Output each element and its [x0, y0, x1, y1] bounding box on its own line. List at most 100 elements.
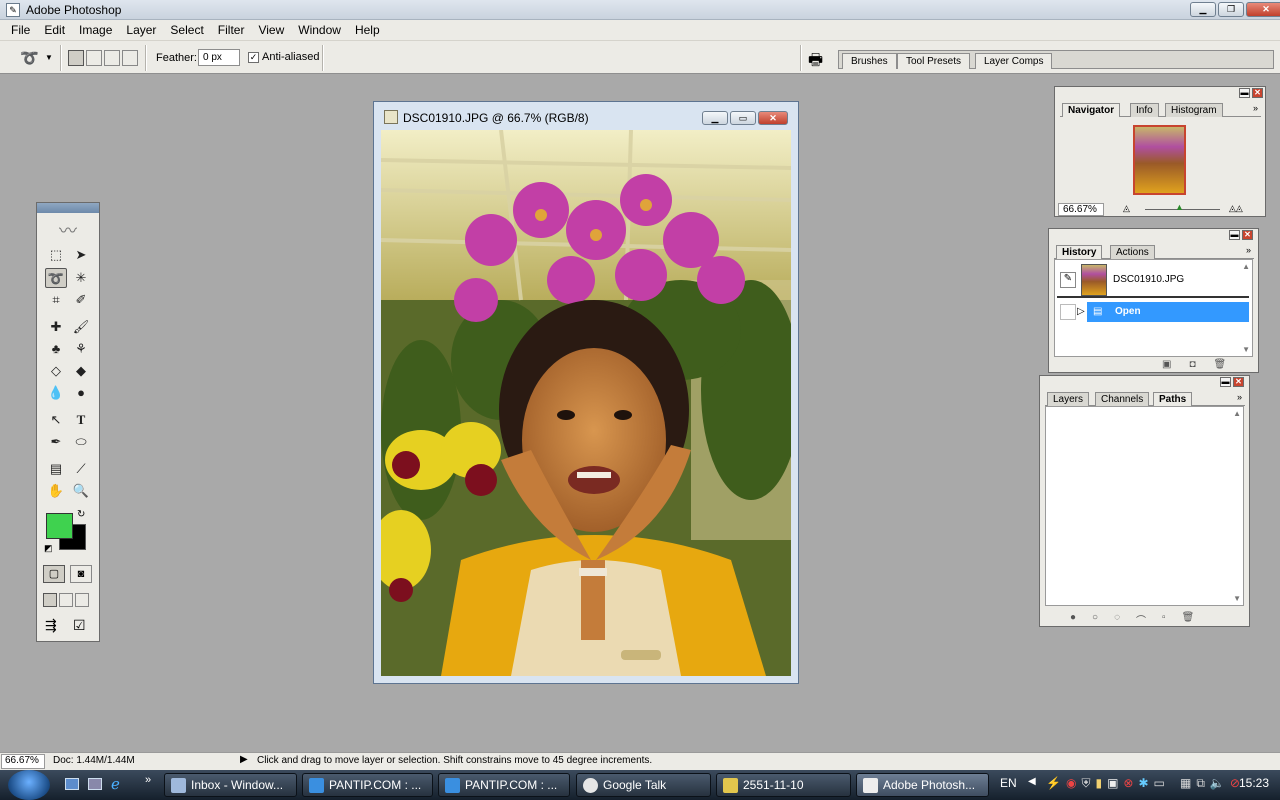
- make-work-path-icon[interactable]: ⌒: [1136, 612, 1146, 627]
- default-colors-icon[interactable]: ◩: [44, 543, 53, 554]
- minimize-button[interactable]: ▁: [1190, 2, 1216, 17]
- navigator-zoom-field[interactable]: 66.67%: [1058, 203, 1104, 216]
- screen-mode-standard-icon[interactable]: [43, 593, 57, 607]
- pen-tool-icon[interactable]: ✒: [45, 432, 67, 452]
- tab-navigator[interactable]: Navigator: [1062, 103, 1121, 118]
- history-brush-source-icon[interactable]: ✎: [1060, 272, 1076, 288]
- load-path-selection-icon[interactable]: ◌: [1114, 612, 1120, 627]
- dodge-tool-icon[interactable]: ●: [70, 383, 92, 403]
- tab-channels[interactable]: Channels: [1095, 392, 1150, 406]
- panel-menu-icon[interactable]: »: [1237, 392, 1242, 402]
- zoom-in-icon[interactable]: ◬◬: [1229, 203, 1243, 214]
- menu-layer[interactable]: Layer: [119, 23, 163, 37]
- clone-stamp-tool-icon[interactable]: ♣: [45, 339, 67, 359]
- antivirus-icon[interactable]: ◉: [1066, 776, 1076, 791]
- delete-state-icon[interactable]: 🗑: [1214, 359, 1227, 370]
- new-selection-icon[interactable]: [68, 50, 84, 66]
- shape-tool-icon[interactable]: ⬭: [70, 432, 92, 452]
- menu-filter[interactable]: Filter: [211, 23, 252, 37]
- feather-input[interactable]: 0 px: [198, 49, 240, 66]
- lasso-preset-icon[interactable]: ➰: [20, 49, 39, 67]
- quicklaunch-more-icon[interactable]: »: [145, 774, 151, 786]
- doc-minimize-button[interactable]: ▁: [702, 111, 728, 125]
- toolbox-caption[interactable]: [37, 203, 99, 213]
- zoom-tool-icon[interactable]: 🔍: [70, 481, 92, 501]
- scroll-down-icon[interactable]: ▼: [1233, 594, 1241, 603]
- tray-shield-icon[interactable]: ⛨: [1081, 776, 1090, 791]
- menu-image[interactable]: Image: [72, 23, 119, 37]
- imageready-jump-icon[interactable]: ⇶: [45, 617, 57, 634]
- hand-tool-icon[interactable]: ✋: [45, 481, 67, 501]
- tray-error-icon[interactable]: ⊗: [1123, 776, 1133, 791]
- healing-brush-tool-icon[interactable]: ✚: [45, 317, 67, 337]
- tab-layers[interactable]: Layers: [1047, 392, 1090, 406]
- foreground-color-swatch-front[interactable]: [46, 513, 73, 539]
- tab-history[interactable]: History: [1056, 245, 1103, 260]
- menu-edit[interactable]: Edit: [37, 23, 72, 37]
- doc-maximize-button[interactable]: ▭: [730, 111, 756, 125]
- palette-well-icon[interactable]: 🖶: [808, 49, 823, 76]
- panel-close-button[interactable]: ✕: [1233, 377, 1244, 387]
- new-document-from-state-icon[interactable]: ▣: [1162, 359, 1171, 370]
- create-snapshot-icon[interactable]: ◘: [1189, 359, 1195, 370]
- tab-layer-comps[interactable]: Layer Comps: [975, 53, 1053, 69]
- history-caption[interactable]: ▬ ✕: [1049, 229, 1258, 242]
- crop-tool-icon[interactable]: ⌗: [45, 290, 67, 310]
- tray-monitor-icon[interactable]: ▭: [1154, 776, 1165, 791]
- marquee-tool-icon[interactable]: ⬚: [45, 245, 67, 265]
- tab-paths[interactable]: Paths: [1153, 392, 1193, 407]
- status-zoom-field[interactable]: 66.67%: [1, 754, 45, 769]
- panel-close-button[interactable]: ✕: [1242, 230, 1253, 240]
- standard-mode-icon[interactable]: ▢: [43, 565, 65, 583]
- lasso-tool-icon[interactable]: ➰: [45, 268, 67, 288]
- tab-tool-presets[interactable]: Tool Presets: [897, 53, 971, 69]
- menu-file[interactable]: File: [4, 23, 37, 37]
- panel-close-button[interactable]: ✕: [1252, 88, 1263, 98]
- menu-select[interactable]: Select: [163, 23, 210, 37]
- move-tool-icon[interactable]: ➤: [70, 245, 92, 265]
- adobe-feather-icon[interactable]: 〰: [43, 217, 93, 241]
- start-button[interactable]: [8, 770, 50, 800]
- panel-menu-icon[interactable]: »: [1246, 245, 1251, 255]
- doc-close-button[interactable]: ✕: [758, 111, 788, 125]
- scroll-up-icon[interactable]: ▲: [1242, 262, 1250, 271]
- delete-path-icon[interactable]: 🗑: [1182, 612, 1195, 627]
- navigator-thumbnail[interactable]: [1133, 125, 1186, 195]
- tab-info[interactable]: Info: [1130, 103, 1159, 117]
- paint-bucket-tool-icon[interactable]: ◆: [70, 361, 92, 381]
- tray-update-icon[interactable]: ▦: [1180, 776, 1191, 791]
- swap-colors-icon[interactable]: ↻: [77, 509, 85, 520]
- show-desktop-icon[interactable]: [65, 778, 79, 790]
- antialias-checkbox[interactable]: ✓: [248, 52, 259, 63]
- navigator-caption[interactable]: ▬ ✕: [1055, 87, 1265, 100]
- notes-tool-icon[interactable]: ▤: [45, 459, 67, 479]
- subtract-selection-icon[interactable]: [104, 50, 120, 66]
- screen-mode-full-menu-icon[interactable]: [59, 593, 73, 607]
- tab-histogram[interactable]: Histogram: [1165, 103, 1223, 117]
- tray-arrow-icon[interactable]: ◀: [1028, 776, 1036, 787]
- history-snapshot-row[interactable]: ✎ DSC01910.JPG: [1057, 262, 1249, 298]
- stroke-path-icon[interactable]: ○: [1092, 612, 1098, 627]
- magic-wand-tool-icon[interactable]: ✳: [70, 268, 92, 288]
- menu-view[interactable]: View: [251, 23, 291, 37]
- history-state-slider-icon[interactable]: ▷: [1077, 306, 1085, 317]
- history-state-row[interactable]: ▷ ▤ Open: [1057, 302, 1249, 322]
- fill-path-icon[interactable]: ●: [1070, 612, 1076, 627]
- language-indicator[interactable]: EN: [1000, 776, 1017, 790]
- menu-window[interactable]: Window: [291, 23, 348, 37]
- paths-list[interactable]: ▲ ▼: [1045, 406, 1244, 606]
- restore-button[interactable]: ❐: [1218, 2, 1244, 17]
- quick-mask-icon[interactable]: ◙: [70, 565, 92, 583]
- history-brush-tool-icon[interactable]: ⚘: [70, 339, 92, 359]
- history-state-selected[interactable]: ▤ Open: [1087, 302, 1249, 322]
- zoom-out-icon[interactable]: ◬: [1123, 203, 1130, 214]
- taskbar-item-pantip-2[interactable]: PANTIP.COM : ...: [438, 773, 570, 797]
- type-tool-icon[interactable]: T: [70, 410, 92, 430]
- slice-tool-icon[interactable]: ✐: [70, 290, 92, 310]
- network-icon[interactable]: ⧉: [1196, 776, 1205, 791]
- eyedropper-tool-icon[interactable]: ⟋: [70, 459, 92, 479]
- panel-minimize-button[interactable]: ▬: [1229, 230, 1240, 240]
- tray-app-icon[interactable]: ⚡: [1046, 776, 1061, 791]
- history-state-source-box[interactable]: [1060, 304, 1076, 320]
- path-selection-tool-icon[interactable]: ↖: [45, 410, 67, 430]
